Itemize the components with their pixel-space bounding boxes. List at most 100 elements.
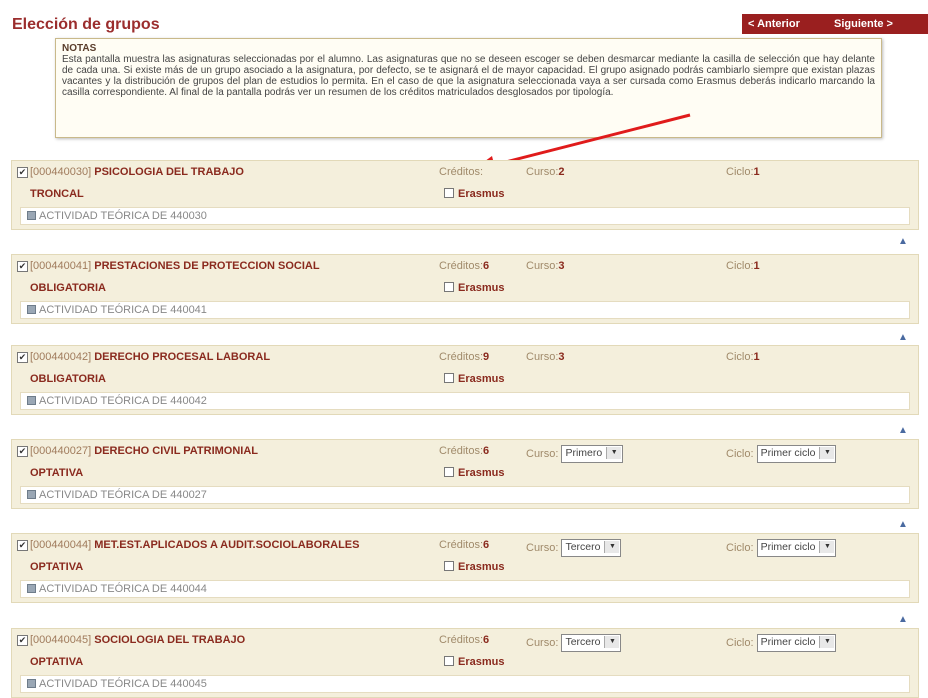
subject-checkbox[interactable]: ✔ (17, 635, 28, 646)
subject-type: OPTATIVA (30, 561, 84, 573)
erasmus-label: Erasmus (458, 561, 505, 573)
notes-box: NOTAS Esta pantalla muestra las asignatu… (55, 38, 882, 138)
subject-checkbox[interactable]: ✔ (17, 167, 28, 178)
erasmus-checkbox[interactable] (444, 282, 454, 292)
next-button[interactable]: Siguiente > (828, 14, 928, 34)
activity-label: ACTIVIDAD TEÓRICA DE 440044 (39, 583, 207, 595)
erasmus-label: Erasmus (458, 188, 505, 200)
erasmus-checkbox[interactable] (444, 656, 454, 666)
subject-row: ✔ [000440030] PSICOLOGIA DEL TRABAJO TRO… (11, 160, 919, 230)
credits-value: 6 (483, 539, 490, 551)
subject-code: [000440044] (30, 539, 92, 551)
activity-group[interactable]: ACTIVIDAD TEÓRICA DE 440041 (20, 301, 910, 319)
scroll-up-icon[interactable]: ▲ (897, 426, 909, 436)
erasmus-checkbox[interactable] (444, 467, 454, 477)
group-icon (27, 490, 36, 499)
cycle-value: 1 (753, 260, 760, 272)
cycle-select[interactable]: Primer ciclo ▼ (756, 539, 837, 557)
course-select[interactable]: Tercero ▼ (561, 634, 622, 652)
cycle-select[interactable]: Primer ciclo ▼ (756, 634, 837, 652)
course-label: Curso: (526, 636, 559, 649)
cycle-label: Ciclo: (726, 447, 754, 460)
course-select[interactable]: Primero ▼ (561, 445, 624, 463)
activity-label: ACTIVIDAD TEÓRICA DE 440042 (39, 395, 207, 407)
notes-text: Esta pantalla muestra las asignaturas se… (62, 54, 875, 98)
subject-name: MET.EST.APLICADOS A AUDIT.SOCIOLABORALES (94, 539, 360, 551)
activity-group[interactable]: ACTIVIDAD TEÓRICA DE 440027 (20, 486, 910, 504)
credits-label: Créditos: (439, 260, 484, 272)
course-label: Curso: (526, 260, 559, 272)
subject-row: ✔ [000440041] PRESTACIONES DE PROTECCION… (11, 254, 919, 324)
activity-label: ACTIVIDAD TEÓRICA DE 440030 (39, 210, 207, 222)
course-value: 3 (558, 351, 565, 363)
subject-checkbox[interactable]: ✔ (17, 540, 28, 551)
erasmus-checkbox[interactable] (444, 373, 454, 383)
subject-name: PRESTACIONES DE PROTECCION SOCIAL (94, 260, 320, 272)
cycle-label: Ciclo: (726, 260, 754, 272)
page-title: Elección de grupos (12, 16, 160, 33)
erasmus-checkbox[interactable] (444, 188, 454, 198)
cycle-label: Ciclo: (726, 636, 754, 649)
course-value: 2 (558, 166, 565, 178)
cycle-label: Ciclo: (726, 351, 754, 363)
erasmus-label: Erasmus (458, 373, 505, 385)
credits-label: Créditos: (439, 539, 484, 551)
chevron-down-icon: ▼ (819, 636, 835, 648)
credits-value: 6 (483, 634, 490, 646)
subject-type: OPTATIVA (30, 656, 84, 668)
activity-group[interactable]: ACTIVIDAD TEÓRICA DE 440044 (20, 580, 910, 598)
scroll-up-icon[interactable]: ▲ (897, 615, 909, 625)
subject-type: OPTATIVA (30, 467, 84, 479)
subject-checkbox[interactable]: ✔ (17, 352, 28, 363)
activity-group[interactable]: ACTIVIDAD TEÓRICA DE 440042 (20, 392, 910, 410)
subject-row: ✔ [000440044] MET.EST.APLICADOS A AUDIT.… (11, 533, 919, 603)
subject-code: [000440042] (30, 351, 92, 363)
cycle-select[interactable]: Primer ciclo ▼ (756, 445, 837, 463)
subject-name: SOCIOLOGIA DEL TRABAJO (94, 634, 246, 646)
credits-value: 6 (483, 260, 490, 272)
chevron-down-icon: ▼ (604, 541, 620, 553)
erasmus-checkbox[interactable] (444, 561, 454, 571)
credits-label: Créditos: (439, 166, 484, 178)
course-select[interactable]: Tercero ▼ (561, 539, 622, 557)
chevron-down-icon: ▼ (604, 636, 620, 648)
cycle-value: 1 (753, 166, 760, 178)
course-label: Curso: (526, 166, 559, 178)
chevron-down-icon: ▼ (819, 447, 835, 459)
group-icon (27, 584, 36, 593)
cycle-value: 1 (753, 351, 760, 363)
credits-label: Créditos: (439, 634, 484, 646)
group-icon (27, 305, 36, 314)
course-label: Curso: (526, 447, 559, 460)
credits-label: Créditos: (439, 445, 484, 457)
activity-group[interactable]: ACTIVIDAD TEÓRICA DE 440030 (20, 207, 910, 225)
scroll-up-icon[interactable]: ▲ (897, 520, 909, 530)
subject-row: ✔ [000440045] SOCIOLOGIA DEL TRABAJO OPT… (11, 628, 919, 698)
scroll-up-icon[interactable]: ▲ (897, 237, 909, 247)
credits-value: 6 (483, 445, 490, 457)
chevron-down-icon: ▼ (819, 541, 835, 553)
header: Elección de grupos < Anterior Siguiente … (12, 14, 928, 38)
activity-label: ACTIVIDAD TEÓRICA DE 440041 (39, 304, 207, 316)
subject-name: PSICOLOGIA DEL TRABAJO (94, 166, 244, 178)
group-icon (27, 679, 36, 688)
subject-code: [000440030] (30, 166, 92, 178)
group-icon (27, 211, 36, 220)
activity-group[interactable]: ACTIVIDAD TEÓRICA DE 440045 (20, 675, 910, 693)
subject-checkbox[interactable]: ✔ (17, 446, 28, 457)
previous-button[interactable]: < Anterior (742, 14, 832, 34)
subject-checkbox[interactable]: ✔ (17, 261, 28, 272)
subject-row: ✔ [000440027] DERECHO CIVIL PATRIMONIAL … (11, 439, 919, 509)
cycle-label: Ciclo: (726, 166, 754, 178)
scroll-up-icon[interactable]: ▲ (897, 333, 909, 343)
erasmus-label: Erasmus (458, 656, 505, 668)
subject-type: OBLIGATORIA (30, 282, 106, 294)
credits-value: 9 (483, 351, 490, 363)
chevron-down-icon: ▼ (606, 447, 622, 459)
subject-type: TRONCAL (30, 188, 84, 200)
credits-label: Créditos: (439, 351, 484, 363)
subject-type: OBLIGATORIA (30, 373, 106, 385)
subject-code: [000440045] (30, 634, 92, 646)
course-label: Curso: (526, 351, 559, 363)
activity-label: ACTIVIDAD TEÓRICA DE 440045 (39, 678, 207, 690)
